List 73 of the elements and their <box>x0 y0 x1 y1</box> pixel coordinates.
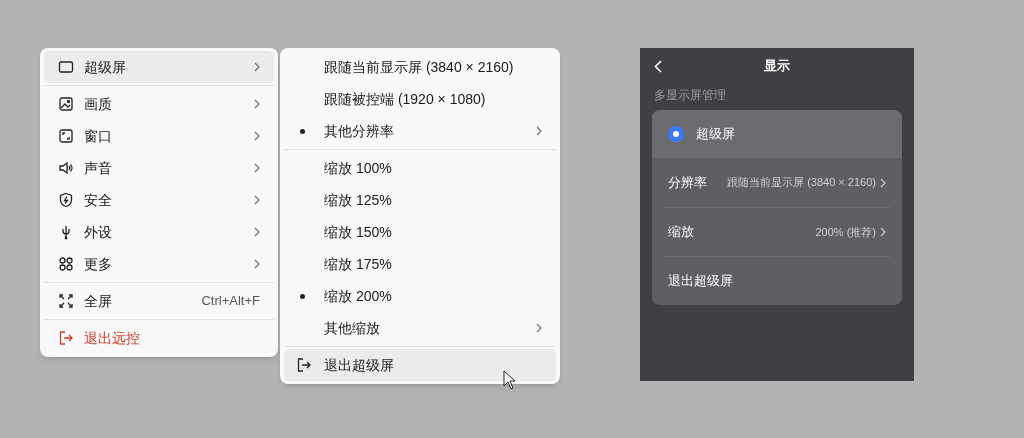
settings-row[interactable]: 分辨率 跟随当前显示屏 (3840 × 2160) <box>664 158 890 207</box>
chevron-right-icon <box>254 131 260 141</box>
menu-item[interactable]: 画质 <box>44 88 274 120</box>
submenu-item[interactable]: 缩放 150% <box>284 216 556 248</box>
chevron-right-icon <box>254 163 260 173</box>
menu-label: 更多 <box>84 254 112 274</box>
chevron-right-icon <box>254 99 260 109</box>
menu-item[interactable]: 安全 <box>44 184 274 216</box>
menu-label: 窗口 <box>84 126 112 146</box>
menu-item[interactable]: 声音 <box>44 152 274 184</box>
chevron-right-icon <box>536 323 542 333</box>
menu-item[interactable]: 外设 <box>44 216 274 248</box>
shield-icon <box>58 192 74 208</box>
submenu-item[interactable]: 其他分辨率 <box>284 115 556 147</box>
chevron-right-icon <box>254 195 260 205</box>
menu-label: 缩放 125% <box>324 190 392 210</box>
menu-label: 缩放 200% <box>324 286 392 306</box>
row-label: 退出超级屏 <box>668 272 733 291</box>
settings-row[interactable]: 退出超级屏 <box>664 256 890 305</box>
submenu-item[interactable]: 其他缩放 <box>284 312 556 344</box>
row-label: 缩放 <box>668 223 694 242</box>
monitor-icon <box>58 59 74 75</box>
window-icon <box>58 128 74 144</box>
chevron-right-icon <box>880 227 886 237</box>
menu-label: 跟随当前显示屏 (3840 × 2160) <box>324 57 514 77</box>
screen-title: 显示 <box>764 57 790 76</box>
settings-row[interactable]: 缩放 200% (推荐) <box>664 207 890 256</box>
menu-item[interactable]: 退出远控 <box>44 322 274 354</box>
menu-label: 缩放 175% <box>324 254 392 274</box>
menu-label: 全屏 <box>84 291 112 311</box>
exit-icon <box>58 330 74 346</box>
menu-label: 声音 <box>84 158 112 178</box>
menu-label: 退出超级屏 <box>324 355 394 375</box>
submenu-item[interactable]: 缩放 125% <box>284 184 556 216</box>
menu-item[interactable]: 窗口 <box>44 120 274 152</box>
fullscreen-icon <box>58 293 74 309</box>
menu-label: 退出远控 <box>84 328 140 348</box>
grid-icon <box>58 256 74 272</box>
chevron-right-icon <box>254 259 260 269</box>
menu-item[interactable]: 更多 <box>44 248 274 280</box>
section-label: 多显示屏管理 <box>654 87 727 104</box>
menu-label: 其他缩放 <box>324 318 380 338</box>
menu-label: 其他分辨率 <box>324 121 394 141</box>
submenu-item[interactable]: 缩放 175% <box>284 248 556 280</box>
menu-item[interactable]: 超级屏 <box>44 51 274 83</box>
chevron-right-icon <box>536 126 542 136</box>
menu-label: 缩放 100% <box>324 158 392 178</box>
back-icon[interactable] <box>654 59 662 73</box>
submenu-item[interactable]: 退出超级屏 <box>284 349 556 381</box>
speaker-icon <box>58 160 74 176</box>
menu-label: 外设 <box>84 222 112 242</box>
menu-label: 超级屏 <box>84 57 126 77</box>
exit-icon <box>296 357 312 373</box>
chevron-right-icon <box>254 62 260 72</box>
menu-label: 画质 <box>84 94 112 114</box>
shortcut-label: Ctrl+Alt+F <box>201 292 260 311</box>
menu-label: 安全 <box>84 190 112 210</box>
chevron-right-icon <box>254 227 260 237</box>
menu-label: 缩放 150% <box>324 222 392 242</box>
submenu-item[interactable]: 跟随被控端 (1920 × 1080) <box>284 83 556 115</box>
row-value: 跟随当前显示屏 (3840 × 2160) <box>727 175 876 191</box>
radio-button[interactable] <box>668 126 684 142</box>
submenu-item[interactable]: 缩放 100% <box>284 152 556 184</box>
chevron-right-icon <box>880 177 886 188</box>
submenu-item[interactable]: 缩放 200% <box>284 280 556 312</box>
radio-label: 超级屏 <box>696 125 735 144</box>
row-label: 分辨率 <box>668 173 707 192</box>
image-icon <box>58 96 74 112</box>
radio-row[interactable]: 超级屏 <box>652 110 902 158</box>
menu-label: 跟随被控端 (1920 × 1080) <box>324 89 486 109</box>
row-value: 200% (推荐) <box>815 224 876 240</box>
submenu-item[interactable]: 跟随当前显示屏 (3840 × 2160) <box>284 51 556 83</box>
menu-item[interactable]: 全屏 Ctrl+Alt+F <box>44 285 274 317</box>
